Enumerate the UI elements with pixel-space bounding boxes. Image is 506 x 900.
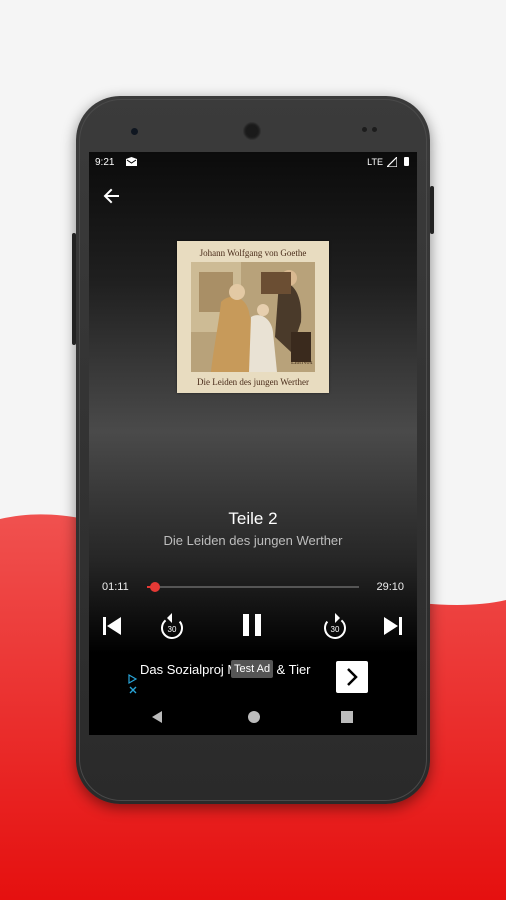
earpiece-icon <box>243 122 261 140</box>
current-time: 01:11 <box>102 581 129 593</box>
camera-icon <box>131 128 138 135</box>
signal-icon <box>387 157 397 167</box>
forward-30-button[interactable]: 30 <box>322 612 348 640</box>
rewind-30-button[interactable]: 30 <box>159 612 185 640</box>
power-button <box>430 186 434 234</box>
sensor-icon <box>362 127 367 132</box>
replay-30-icon: 30 <box>161 613 183 639</box>
skip-next-icon <box>384 617 402 635</box>
ad-banner[interactable]: Das Sozialproj Mensch & Tier Test Ad <box>126 657 380 699</box>
total-time: 29:10 <box>376 581 404 593</box>
cover-author: Johann Wolfgang von Goethe <box>199 248 307 258</box>
ad-open-button[interactable] <box>336 661 368 693</box>
app-screen: 9:21 LTE Johann Wolfgang von Goethe Libr… <box>89 152 417 735</box>
album-cover: Johann Wolfgang von Goethe LibriVox Die … <box>177 241 329 393</box>
sensor-icon <box>372 127 377 132</box>
previous-track-button[interactable] <box>100 614 124 638</box>
back-triangle-icon[interactable] <box>151 710 163 724</box>
cover-title: Die Leiden des jungen Werther <box>196 377 310 387</box>
status-time: 9:21 <box>95 157 115 168</box>
home-circle-icon[interactable] <box>247 710 261 724</box>
track-title: Teile 2 <box>228 509 278 528</box>
volume-button <box>72 233 76 345</box>
mail-icon <box>126 157 137 166</box>
skip-previous-icon <box>103 617 121 635</box>
back-button[interactable] <box>102 186 122 206</box>
network-label: LTE <box>367 157 383 167</box>
track-subtitle: Die Leiden des jungen Werther <box>163 533 343 548</box>
seek-bar[interactable] <box>147 582 359 592</box>
test-ad-label: Test Ad <box>231 660 274 678</box>
cover-illustration: LibriVox <box>191 262 315 372</box>
pause-button[interactable] <box>240 612 264 638</box>
next-track-button[interactable] <box>381 614 405 638</box>
battery-icon <box>404 157 409 166</box>
svg-text:30: 30 <box>331 625 340 634</box>
arrow-left-icon <box>103 188 119 204</box>
forward-30-icon: 30 <box>324 613 346 639</box>
svg-text:30: 30 <box>168 625 177 634</box>
pause-icon <box>243 614 261 636</box>
adchoices-icon[interactable] <box>128 673 138 695</box>
system-nav-bar <box>89 700 417 735</box>
chevron-right-icon <box>347 668 358 686</box>
status-bar: 9:21 LTE <box>89 152 417 174</box>
seek-bar-thumb[interactable] <box>150 582 161 592</box>
cover-publisher: LibriVox <box>291 360 313 366</box>
recents-square-icon[interactable] <box>341 711 353 723</box>
